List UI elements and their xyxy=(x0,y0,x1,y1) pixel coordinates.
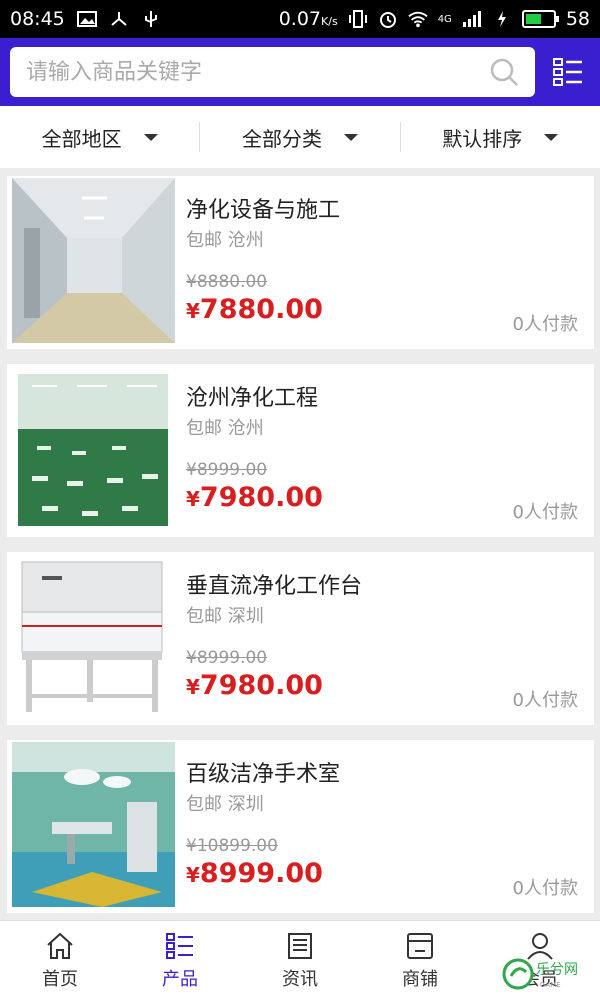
product-meta: 包邮 沧州 xyxy=(186,230,264,251)
filter-sort-label: 默认排序 xyxy=(442,126,523,151)
nav-store-label: 商铺 xyxy=(402,968,438,990)
watermark-subtext: GAME xyxy=(540,981,561,989)
signal-icon xyxy=(462,11,481,27)
product-card[interactable]: 净化设备与施工 包邮 沧州 ¥8880.00 ¥7880.00 0人付款 xyxy=(7,176,594,349)
product-image xyxy=(12,742,175,907)
current-price: ¥7980.00 xyxy=(186,670,323,701)
nav-products[interactable]: 产品 xyxy=(120,921,240,1000)
sold-count: 0人付款 xyxy=(512,878,578,899)
status-time: 08:45 xyxy=(10,8,65,30)
nav-home[interactable]: 首页 xyxy=(0,921,120,1000)
current-price: ¥8999.00 xyxy=(186,858,323,889)
filter-category-label: 全部分类 xyxy=(241,126,322,151)
filter-region-label: 全部地区 xyxy=(41,126,122,151)
share-icon xyxy=(111,12,127,26)
charging-icon xyxy=(497,11,506,27)
nav-news-label: 资讯 xyxy=(282,968,318,990)
usb-icon xyxy=(144,11,157,27)
sold-count: 0人付款 xyxy=(512,314,578,335)
watermark-text: 乐兮网 xyxy=(536,962,578,978)
current-price: ¥7880.00 xyxy=(186,294,323,325)
battery-percent: 58 xyxy=(565,8,590,30)
original-price: ¥10899.00 xyxy=(186,836,278,856)
nav-store[interactable]: 商铺 xyxy=(360,921,480,1000)
wifi-icon xyxy=(408,11,428,28)
app-header xyxy=(0,38,600,106)
store-icon xyxy=(407,932,433,959)
product-card[interactable]: 沧州净化工程 包邮 沧州 ¥8999.00 ¥7980.00 0人付款 xyxy=(7,364,594,537)
sold-count: 0人付款 xyxy=(512,502,578,523)
status-bar: 08:45 0.07K/s 4G 58 xyxy=(0,0,600,38)
alarm-icon xyxy=(379,12,396,28)
nav-news[interactable]: 资讯 xyxy=(240,921,360,1000)
product-title: 净化设备与施工 xyxy=(186,198,341,223)
caret-down-icon xyxy=(544,133,559,141)
search-input[interactable] xyxy=(26,59,489,85)
filter-bar: 全部地区 全部分类 默认排序 xyxy=(0,106,600,168)
battery-icon xyxy=(521,10,559,28)
category-menu-icon[interactable] xyxy=(553,57,583,87)
filter-sort[interactable]: 默认排序 xyxy=(401,122,600,152)
caret-down-icon xyxy=(143,133,158,141)
original-price: ¥8999.00 xyxy=(186,648,268,668)
caret-down-icon xyxy=(343,133,358,141)
watermark-logo: 乐兮网 GAME xyxy=(500,952,590,992)
image-icon xyxy=(76,11,97,27)
filter-region[interactable]: 全部地区 xyxy=(0,122,201,152)
search-icon[interactable] xyxy=(489,57,519,87)
product-title: 百级洁净手术室 xyxy=(186,762,341,787)
original-price: ¥8999.00 xyxy=(186,460,268,480)
current-price: ¥7980.00 xyxy=(186,482,323,513)
product-image xyxy=(12,366,175,531)
news-icon xyxy=(288,932,312,959)
product-meta: 包邮 深圳 xyxy=(186,794,264,815)
product-title: 沧州净化工程 xyxy=(186,386,319,411)
product-title: 垂直流净化工作台 xyxy=(186,574,363,599)
product-meta: 包邮 深圳 xyxy=(186,606,264,627)
vibrate-icon xyxy=(348,10,367,28)
signal-label: 4G xyxy=(437,13,452,25)
product-card[interactable]: 垂直流净化工作台 包邮 深圳 ¥8999.00 ¥7980.00 0人付款 xyxy=(7,552,594,725)
filter-category[interactable]: 全部分类 xyxy=(200,122,401,152)
product-card[interactable]: 百级洁净手术室 包邮 深圳 ¥10899.00 ¥8999.00 0人付款 xyxy=(7,740,594,913)
home-icon xyxy=(47,932,73,959)
product-image xyxy=(12,178,175,343)
original-price: ¥8880.00 xyxy=(186,272,268,292)
nav-home-label: 首页 xyxy=(42,968,78,990)
sold-count: 0人付款 xyxy=(512,690,578,711)
list-icon xyxy=(166,932,193,959)
product-meta: 包邮 沧州 xyxy=(186,418,264,439)
network-speed: 0.07K/s xyxy=(278,8,338,30)
product-image xyxy=(12,554,175,719)
search-bar[interactable] xyxy=(10,47,535,97)
nav-products-label: 产品 xyxy=(162,968,198,990)
